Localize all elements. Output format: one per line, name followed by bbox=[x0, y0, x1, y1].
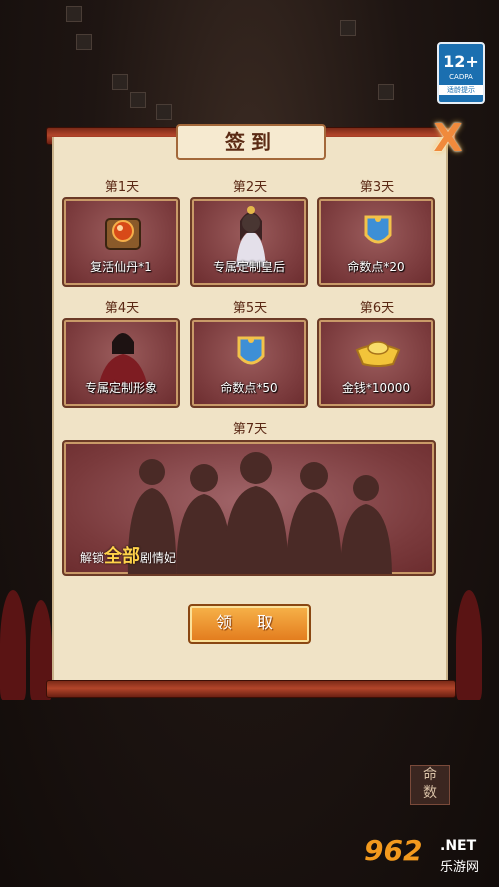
fate-icon-top-char: 命 bbox=[423, 767, 437, 783]
day-5-reward-text: 命数点*50 bbox=[220, 381, 278, 395]
elixir-box-icon bbox=[105, 218, 141, 250]
age-rating-org: CADPA bbox=[449, 73, 473, 81]
watermark-domain: .NET bbox=[440, 838, 477, 854]
fate-points-icon[interactable]: 命 数 bbox=[410, 765, 450, 805]
fate-token-icon bbox=[237, 336, 265, 365]
background-tile bbox=[130, 92, 146, 108]
day-4-label: 第4天 bbox=[104, 301, 140, 316]
background-tile bbox=[66, 6, 82, 22]
site-watermark: 962 .NET 乐游网 bbox=[364, 834, 494, 882]
day-5-label: 第5天 bbox=[232, 301, 268, 316]
day-4-reward-card[interactable]: 专属定制形象 bbox=[62, 318, 180, 408]
background-tile bbox=[340, 20, 356, 36]
day-7-caption-prefix: 解锁 bbox=[80, 551, 105, 565]
day-7-caption-highlight: 全部 bbox=[104, 546, 141, 567]
background-tile bbox=[112, 74, 128, 90]
day-2-label: 第2天 bbox=[232, 180, 268, 195]
day-6-label: 第6天 bbox=[359, 301, 395, 316]
background-tile bbox=[76, 34, 92, 50]
day-4-reward-text: 专属定制形象 bbox=[84, 381, 157, 395]
day-6-reward-text: 金钱*10000 bbox=[341, 381, 411, 395]
day-2-reward-text: 专属定制皇后 bbox=[212, 260, 285, 274]
background-tile bbox=[156, 104, 172, 120]
close-button[interactable]: X bbox=[428, 118, 468, 158]
watermark-cn-name: 乐游网 bbox=[440, 860, 480, 875]
day-1-reward-card[interactable]: 复活仙丹*1 bbox=[62, 197, 180, 287]
day-3-reward-text: 命数点*20 bbox=[347, 260, 405, 274]
day-7-label: 第7天 bbox=[232, 422, 268, 437]
watermark-number: 962 bbox=[364, 834, 423, 867]
age-rating-badge[interactable]: 12+ CADPA 适龄提示 bbox=[437, 42, 485, 104]
gold-ingot-icon bbox=[355, 341, 401, 367]
age-rating-label: 12+ bbox=[443, 52, 479, 71]
claim-button[interactable]: 领 取 bbox=[188, 604, 311, 644]
background-tile bbox=[378, 84, 394, 100]
day-6-reward-card[interactable]: 金钱*10000 bbox=[317, 318, 435, 408]
day-3-label: 第3天 bbox=[359, 180, 395, 195]
background-guard bbox=[456, 590, 482, 700]
day-7-caption-suffix: 剧情妃 bbox=[140, 551, 177, 565]
day-3-reward-card[interactable]: 命数点*20 bbox=[317, 197, 435, 287]
day-5-reward-card[interactable]: 命数点*50 bbox=[190, 318, 308, 408]
day-1-reward-text: 复活仙丹*1 bbox=[90, 260, 152, 274]
age-rating-tip: 适龄提示 bbox=[439, 85, 483, 95]
fate-token-icon bbox=[364, 215, 392, 244]
background-guard bbox=[0, 590, 26, 700]
dialog-title: 签到 bbox=[176, 124, 326, 160]
day-1-label: 第1天 bbox=[104, 180, 140, 195]
fate-icon-bottom-char: 数 bbox=[423, 785, 437, 801]
day-2-reward-card[interactable]: 专属定制皇后 bbox=[190, 197, 308, 287]
day-7-reward-card[interactable]: 解锁全部剧情妃 bbox=[62, 440, 436, 576]
scroll-bottom-rod bbox=[46, 680, 456, 698]
day-7-caption: 解锁全部剧情妃 bbox=[80, 542, 176, 568]
